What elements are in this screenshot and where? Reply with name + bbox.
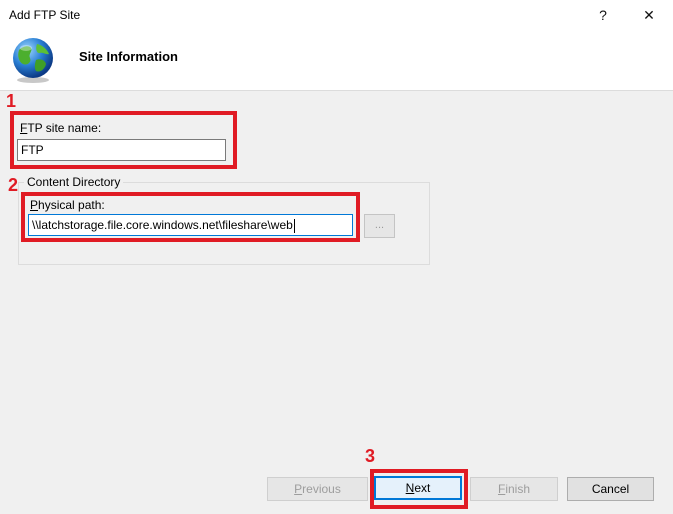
physical-path-input[interactable]: \\latchstorage.file.core.windows.net\fil… bbox=[28, 214, 353, 236]
ftp-site-name-label: FTP site name: bbox=[20, 121, 102, 135]
page-title: Site Information bbox=[79, 49, 178, 64]
finish-button[interactable]: Finish bbox=[470, 477, 558, 501]
cancel-button[interactable]: Cancel bbox=[567, 477, 654, 501]
content-directory-legend: Content Directory bbox=[24, 175, 124, 189]
step-number-1: 1 bbox=[6, 91, 17, 111]
globe-icon bbox=[9, 36, 57, 84]
close-icon: ✕ bbox=[643, 7, 655, 23]
close-button[interactable]: ✕ bbox=[627, 2, 671, 28]
help-icon: ? bbox=[599, 7, 607, 23]
ftp-site-name-input[interactable]: FTP bbox=[17, 139, 226, 161]
window-title: Add FTP Site bbox=[9, 8, 81, 22]
step-number-3: 3 bbox=[365, 446, 376, 466]
browse-button[interactable]: ... bbox=[364, 214, 395, 238]
physical-path-label: Physical path: bbox=[30, 198, 105, 212]
text-caret bbox=[293, 218, 295, 233]
help-button[interactable]: ? bbox=[581, 2, 625, 28]
title-bar: Add FTP Site ? ✕ bbox=[0, 0, 673, 30]
step-number-2: 2 bbox=[8, 175, 19, 195]
next-button[interactable]: Next bbox=[374, 476, 462, 500]
previous-button[interactable]: Previous bbox=[267, 477, 368, 501]
wizard-header: Site Information bbox=[0, 30, 673, 91]
